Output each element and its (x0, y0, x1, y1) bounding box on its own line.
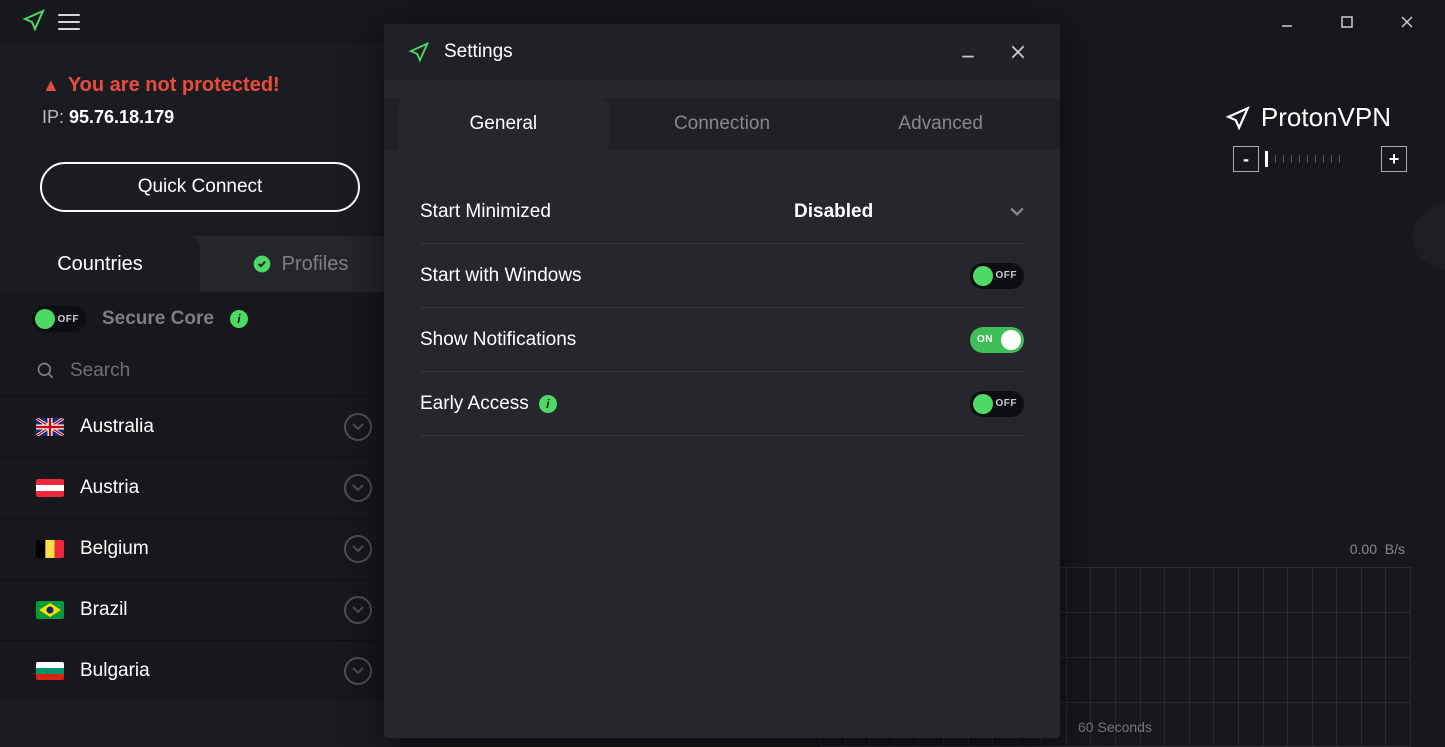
flag-icon (36, 479, 64, 497)
brand-logo: ProtonVPN (1225, 102, 1391, 133)
logo-icon (22, 8, 46, 37)
dialog-titlebar: Settings (384, 24, 1060, 80)
zoom-control: - + (1233, 146, 1407, 172)
start-with-windows-toggle[interactable]: OFF (970, 263, 1024, 289)
warning-icon: ▲ (42, 75, 60, 96)
info-icon[interactable]: i (230, 310, 248, 328)
secure-core-row: OFF Secure Core i (0, 292, 400, 346)
list-item[interactable]: Brazil (0, 579, 400, 640)
ip-value: 95.76.18.179 (69, 107, 174, 127)
close-window-button[interactable] (1377, 0, 1437, 44)
secure-core-toggle[interactable]: OFF (32, 306, 86, 332)
search-input[interactable] (70, 360, 364, 382)
list-item[interactable]: Australia (0, 396, 400, 457)
sidebar-tabs: Countries Profiles (0, 236, 400, 292)
chevron-down-icon (1010, 207, 1024, 217)
zoom-slider[interactable] (1265, 156, 1375, 162)
check-circle-icon (252, 254, 272, 274)
tab-countries[interactable]: Countries (0, 236, 200, 292)
tab-profiles[interactable]: Profiles (200, 236, 400, 292)
start-minimized-dropdown[interactable]: Disabled (794, 201, 1024, 223)
setting-show-notifications: Show Notifications ON (420, 308, 1024, 372)
tab-connection[interactable]: Connection (617, 98, 828, 150)
search-row (0, 346, 400, 396)
flag-icon (36, 540, 64, 558)
setting-start-minimized: Start Minimized Disabled (420, 180, 1024, 244)
setting-early-access: Early Access i OFF (420, 372, 1024, 436)
logo-icon (1225, 105, 1251, 131)
warning-text: You are not protected! (68, 74, 280, 97)
expand-icon[interactable] (344, 413, 372, 441)
tab-advanced[interactable]: Advanced (835, 98, 1046, 150)
expand-icon[interactable] (344, 596, 372, 624)
secure-core-label: Secure Core (102, 308, 214, 330)
zoom-in-button[interactable]: + (1381, 146, 1407, 172)
expand-icon[interactable] (344, 535, 372, 563)
search-icon (36, 361, 56, 381)
dialog-title: Settings (444, 41, 513, 63)
zoom-out-button[interactable]: - (1233, 146, 1259, 172)
flag-icon (36, 418, 64, 436)
expand-icon[interactable] (344, 474, 372, 502)
warning-status: ▲ You are not protected! (42, 74, 370, 97)
dialog-minimize-button[interactable] (950, 34, 986, 70)
menu-icon[interactable] (58, 14, 80, 30)
maximize-window-button[interactable] (1317, 0, 1377, 44)
show-notifications-toggle[interactable]: ON (970, 327, 1024, 353)
status-panel: ▲ You are not protected! IP: 95.76.18.17… (0, 44, 400, 146)
setting-start-with-windows: Start with Windows OFF (420, 244, 1024, 308)
early-access-toggle[interactable]: OFF (970, 391, 1024, 417)
country-list: Australia Austria Belgium Brazil Bulgari (0, 396, 400, 747)
dialog-close-button[interactable] (1000, 34, 1036, 70)
minimize-window-button[interactable] (1257, 0, 1317, 44)
list-item[interactable]: Belgium (0, 518, 400, 579)
list-item[interactable]: Bulgaria (0, 640, 400, 701)
info-icon[interactable]: i (539, 395, 557, 413)
chart-xlabel: 60 Seconds (1078, 719, 1152, 735)
logo-icon (408, 41, 430, 63)
ip-label: IP: (42, 107, 69, 127)
flag-icon (36, 662, 64, 680)
quick-connect-button[interactable]: Quick Connect (40, 162, 360, 212)
list-item[interactable]: Austria (0, 457, 400, 518)
settings-tabs: General Connection Advanced (384, 98, 1060, 150)
settings-dialog: Settings General Connection Advanced Sta… (384, 24, 1060, 738)
expand-icon[interactable] (344, 657, 372, 685)
sidebar: ▲ You are not protected! IP: 95.76.18.17… (0, 44, 400, 747)
flag-icon (36, 601, 64, 619)
tab-general[interactable]: General (398, 98, 609, 150)
